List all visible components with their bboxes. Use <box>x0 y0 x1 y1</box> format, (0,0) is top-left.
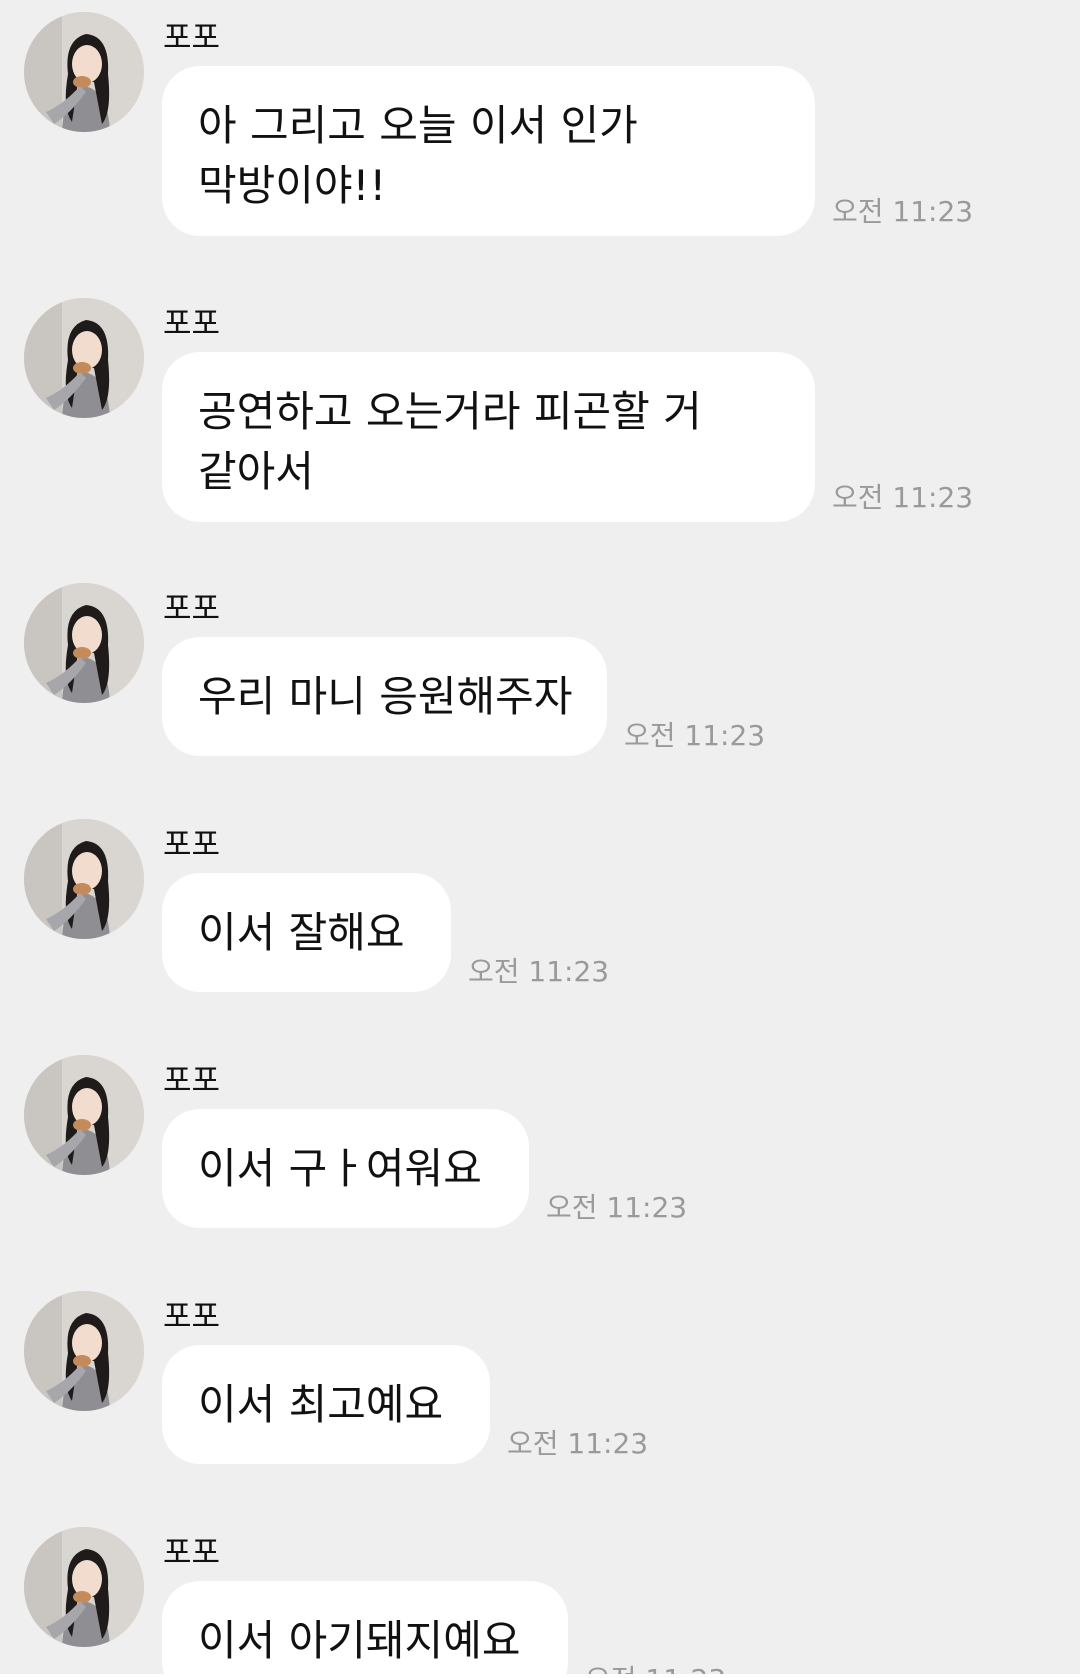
message-bubble[interactable]: 우리 마니 응원해주자 <box>162 637 607 756</box>
profile-avatar[interactable] <box>24 298 144 418</box>
bottom-edge-bar <box>0 1674 1080 1678</box>
sender-name: 포포 <box>163 306 221 342</box>
profile-avatar[interactable] <box>24 1527 144 1647</box>
message-line: 이서 최고예요 <box>198 1380 444 1429</box>
message-bubble[interactable]: 공연하고 오는거라 피곤할 거 같아서 <box>162 352 815 522</box>
message-bubble[interactable]: 아 그리고 오늘 이서 인가 막방이야!! <box>162 66 815 236</box>
message-line: 아 그리고 오늘 이서 인가 <box>198 101 638 150</box>
message-line: 우리 마니 응원해주자 <box>198 672 573 721</box>
message-time: 오전 11:23 <box>585 1662 726 1674</box>
message-bubble[interactable]: 이서 아기돼지예요 <box>162 1581 568 1674</box>
profile-avatar[interactable] <box>24 583 144 703</box>
message-bubble[interactable]: 이서 최고예요 <box>162 1345 490 1464</box>
message-bubble[interactable]: 이서 잘해요 <box>162 873 451 992</box>
message-time: 오전 11:23 <box>832 481 974 514</box>
sender-name: 포포 <box>163 591 221 627</box>
profile-avatar[interactable] <box>24 1291 144 1411</box>
sender-name: 포포 <box>163 1063 221 1099</box>
sender-name: 포포 <box>163 827 221 863</box>
message-time: 오전 11:23 <box>507 1427 649 1460</box>
message-line: 이서 아기돼지예요 <box>198 1616 521 1665</box>
message-line: 같아서 <box>198 447 314 496</box>
message-time: 오전 11:23 <box>546 1191 688 1224</box>
message-line: 막방이야!! <box>198 161 387 210</box>
sender-name: 포포 <box>163 1299 221 1335</box>
sender-name: 포포 <box>163 1535 221 1571</box>
message-line: 이서 구ㅏ여워요 <box>198 1144 482 1193</box>
chat-message-list[interactable]: 포포 아 그리고 오늘 이서 인가 막방이야!! 오전 11:23 포포 공연하… <box>0 0 1080 1674</box>
message-bubble[interactable]: 이서 구ㅏ여워요 <box>162 1109 529 1228</box>
message-time: 오전 11:23 <box>624 719 766 752</box>
sender-name: 포포 <box>163 20 221 56</box>
message-line: 공연하고 오는거라 피곤할 거 <box>198 387 702 436</box>
message-line: 이서 잘해요 <box>198 908 405 957</box>
profile-avatar[interactable] <box>24 12 144 132</box>
message-time: 오전 11:23 <box>468 955 610 988</box>
profile-avatar[interactable] <box>24 1055 144 1175</box>
message-time: 오전 11:23 <box>832 195 974 228</box>
profile-avatar[interactable] <box>24 819 144 939</box>
